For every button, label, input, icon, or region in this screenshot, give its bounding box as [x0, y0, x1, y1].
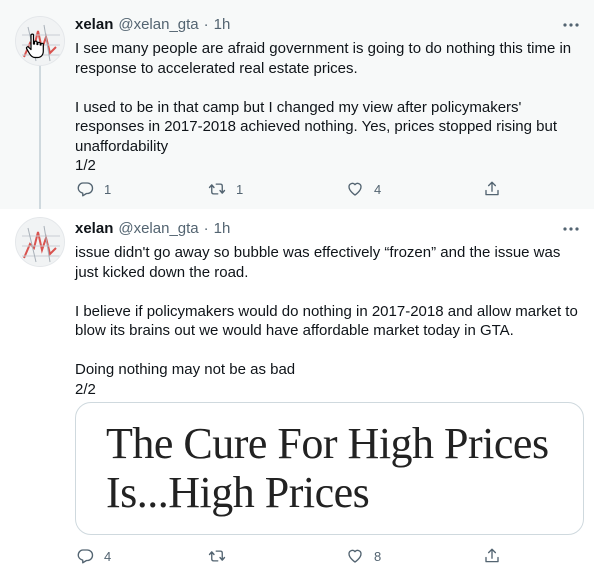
like-button[interactable]: 4	[346, 179, 381, 199]
image-card-line-1: The Cure For High Prices	[106, 419, 549, 468]
author-handle[interactable]: @xelan_gta	[118, 15, 198, 35]
like-count: 4	[374, 181, 382, 197]
avatar-image	[16, 218, 64, 266]
tweet-2[interactable]: xelan @xelan_gta · 1h issue didn't go aw…	[0, 209, 594, 567]
like-button[interactable]: 8	[346, 546, 381, 566]
share-button[interactable]	[483, 546, 501, 566]
retweet-button[interactable]	[208, 546, 236, 566]
like-icon	[348, 182, 362, 196]
image-card[interactable]: The Cure For High Prices Is...High Price…	[75, 402, 584, 535]
tweet-1[interactable]: xelan @xelan_gta · 1h I see many people …	[0, 0, 594, 209]
tweet-text: issue didn't go away so bubble was effec…	[75, 243, 582, 399]
tweet-header: xelan @xelan_gta · 1h	[75, 15, 582, 35]
timestamp[interactable]: 1h	[214, 219, 231, 239]
reply-button[interactable]: 1	[76, 179, 111, 199]
image-card-line-2: Is...High Prices	[106, 468, 370, 517]
tweet-body: I see many people are afraid government …	[75, 40, 572, 174]
reply-icon	[77, 182, 94, 197]
tweet-body: issue didn't go away so bubble was effec…	[75, 244, 578, 398]
like-icon	[348, 549, 362, 563]
tweet-header: xelan @xelan_gta · 1h	[75, 219, 582, 239]
more-icon[interactable]	[562, 219, 580, 239]
retweet-button[interactable]: 1	[208, 179, 243, 199]
retweet-count: 1	[236, 181, 244, 197]
like-count: 8	[374, 548, 382, 564]
share-icon	[485, 548, 499, 563]
author-name[interactable]: xelan	[75, 219, 113, 239]
tweet-actions: 1 1 4	[76, 179, 516, 199]
reply-count: 1	[104, 181, 112, 197]
image-card-text: The Cure For High Prices Is...High Price…	[106, 419, 549, 517]
more-icon[interactable]	[562, 15, 580, 35]
reply-icon	[77, 549, 94, 564]
retweet-icon	[208, 183, 226, 195]
timestamp[interactable]: 1h	[214, 15, 231, 35]
share-button[interactable]	[483, 179, 501, 199]
separator-dot: ·	[203, 220, 209, 237]
hand-cursor-icon	[25, 33, 44, 59]
author-handle[interactable]: @xelan_gta	[118, 219, 198, 239]
reply-button[interactable]: 4	[76, 546, 111, 566]
author-name[interactable]: xelan	[75, 15, 113, 35]
share-icon	[485, 181, 499, 196]
retweet-icon	[208, 550, 226, 562]
thread-connector-line	[39, 66, 41, 209]
tweet-actions: 4 8	[76, 546, 516, 566]
avatar[interactable]	[15, 217, 65, 267]
tweet-text: I see many people are afraid government …	[75, 39, 582, 176]
separator-dot: ·	[203, 16, 209, 33]
reply-count: 4	[104, 548, 112, 564]
